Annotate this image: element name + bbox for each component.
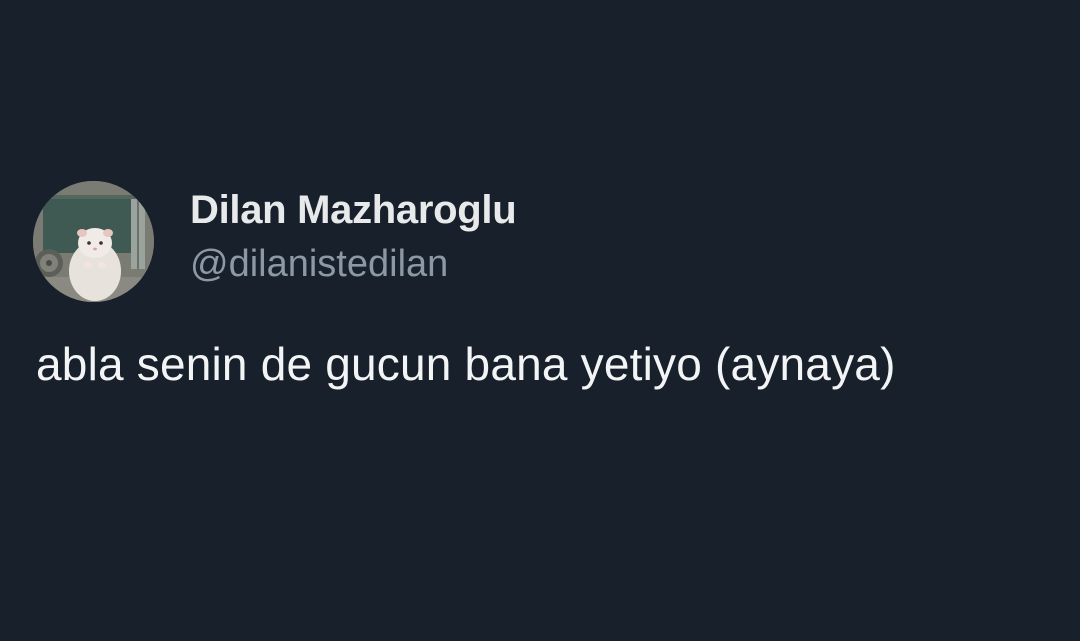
hamster-avatar-image — [33, 181, 154, 302]
tweet-text: abla senin de gucun bana yetiyo (aynaya) — [36, 338, 896, 390]
tweet-card: Dilan Mazharoglu @dilanistedilan abla se… — [0, 0, 1080, 641]
display-name[interactable]: Dilan Mazharoglu — [190, 188, 517, 233]
user-handle[interactable]: @dilanistedilan — [190, 243, 448, 286]
avatar[interactable] — [33, 181, 154, 302]
